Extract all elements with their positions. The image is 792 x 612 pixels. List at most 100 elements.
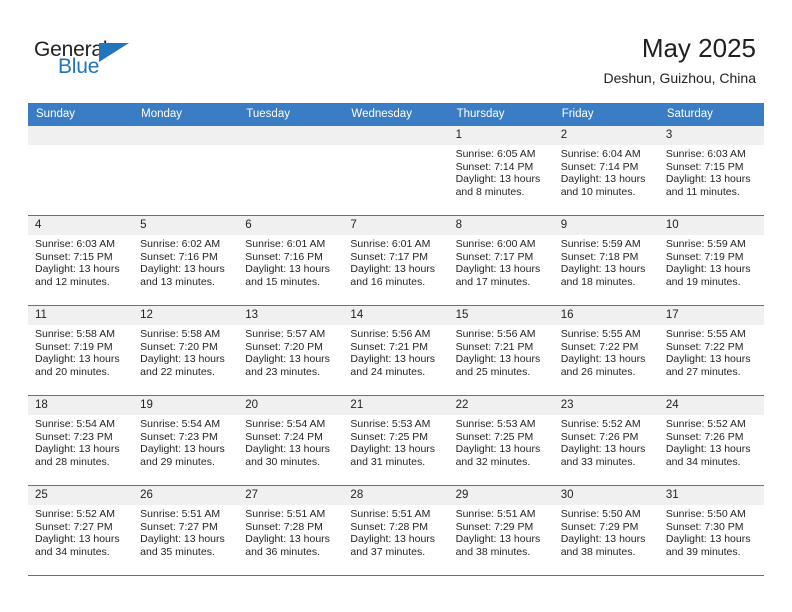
calendar-week-row: 1 Sunrise: 6:05 AM Sunset: 7:14 PM Daylight… <box>28 126 764 216</box>
calendar-day-cell[interactable]: 13 Sunrise: 5:57 AM Sunset: 7:20 PM Dayligh… <box>238 305 344 396</box>
sunrise-sunset-calendar: Sunday Monday Tuesday Wednesday Thursday… <box>28 103 764 576</box>
daylight-duration-line1: Daylight: 13 hours <box>560 533 646 546</box>
calendar-day-cell[interactable]: 6 Sunrise: 6:01 AM Sunset: 7:16 PM Daylight… <box>238 215 344 306</box>
logo-triangle-icon <box>99 43 129 62</box>
sunset-time: Sunset: 7:27 PM <box>35 520 113 533</box>
day-number: 18 <box>28 396 134 415</box>
day-number: 2 <box>553 126 659 145</box>
calendar-body: 1 Sunrise: 6:05 AM Sunset: 7:14 PM Daylight… <box>28 126 764 576</box>
day-details: Sunrise: 5:52 AM Sunset: 7:27 PM Daylight:… <box>28 505 133 558</box>
day-number: 12 <box>133 306 239 325</box>
calendar-day-cell[interactable]: 9 Sunrise: 5:59 AM Sunset: 7:18 PM Daylight… <box>553 215 659 306</box>
sunrise-time: Sunrise: 5:56 AM <box>455 328 536 340</box>
daylight-duration-line1: Daylight: 13 hours <box>560 173 646 186</box>
sunset-time: Sunset: 7:21 PM <box>455 340 534 353</box>
sunset-time: Sunset: 7:18 PM <box>560 250 639 263</box>
daylight-duration-line1: Daylight: 13 hours <box>560 263 646 276</box>
sunrise-time: Sunrise: 5:52 AM <box>665 418 746 430</box>
calendar-day-cell[interactable]: 22 Sunrise: 5:53 AM Sunset: 7:25 PM Dayligh… <box>448 395 554 486</box>
day-details: Sunrise: 5:50 AM Sunset: 7:29 PM Daylight:… <box>554 505 659 558</box>
day-details: Sunrise: 5:55 AM Sunset: 7:22 PM Daylight:… <box>554 325 659 378</box>
daylight-duration-line2: and 34 minutes. <box>665 455 741 468</box>
calendar-day-cell[interactable]: 14 Sunrise: 5:56 AM Sunset: 7:21 PM Dayligh… <box>343 305 449 396</box>
day-details: Sunrise: 5:54 AM Sunset: 7:23 PM Daylight:… <box>133 415 238 468</box>
calendar-day-cell[interactable]: 17 Sunrise: 5:55 AM Sunset: 7:22 PM Dayligh… <box>658 305 764 396</box>
calendar-week-row: 25 Sunrise: 5:52 AM Sunset: 7:27 PM Dayligh… <box>28 485 764 576</box>
sunrise-time: Sunrise: 5:51 AM <box>140 508 221 520</box>
calendar-day-cell[interactable]: 15 Sunrise: 5:56 AM Sunset: 7:21 PM Dayligh… <box>448 305 554 396</box>
calendar-day-cell[interactable]: 26 Sunrise: 5:51 AM Sunset: 7:27 PM Dayligh… <box>133 485 239 576</box>
calendar-week-row: 11 Sunrise: 5:58 AM Sunset: 7:19 PM Dayligh… <box>28 305 764 396</box>
sunset-time: Sunset: 7:26 PM <box>560 430 639 443</box>
daylight-duration-line1: Daylight: 13 hours <box>665 263 751 276</box>
calendar-day-cell[interactable]: 1 Sunrise: 6:05 AM Sunset: 7:14 PM Daylight… <box>448 126 554 216</box>
sunrise-time: Sunrise: 5:54 AM <box>245 418 326 430</box>
sunrise-time: Sunrise: 5:55 AM <box>560 328 641 340</box>
day-number: 23 <box>553 396 659 415</box>
calendar-day-cell[interactable]: 25 Sunrise: 5:52 AM Sunset: 7:27 PM Dayligh… <box>28 485 134 576</box>
daylight-duration-line2: and 25 minutes. <box>455 365 531 378</box>
day-number: 19 <box>133 396 239 415</box>
daylight-duration-line1: Daylight: 13 hours <box>35 263 120 276</box>
day-details: Sunrise: 5:54 AM Sunset: 7:24 PM Daylight:… <box>238 415 343 468</box>
daylight-duration-line2: and 29 minutes. <box>140 455 215 468</box>
sunset-time: Sunset: 7:17 PM <box>455 250 534 263</box>
calendar-day-cell[interactable]: 10 Sunrise: 5:59 AM Sunset: 7:19 PM Dayligh… <box>658 215 764 306</box>
day-details: Sunrise: 6:01 AM Sunset: 7:16 PM Daylight:… <box>238 235 343 288</box>
calendar-day-cell[interactable]: 16 Sunrise: 5:55 AM Sunset: 7:22 PM Dayligh… <box>553 305 659 396</box>
daylight-duration-line1: Daylight: 13 hours <box>350 263 436 276</box>
day-number: 1 <box>448 126 554 145</box>
day-number: 20 <box>238 396 344 415</box>
daylight-duration-line1: Daylight: 13 hours <box>350 353 436 366</box>
sunset-time: Sunset: 7:28 PM <box>245 520 323 533</box>
day-details: Sunrise: 5:53 AM Sunset: 7:25 PM Daylight:… <box>449 415 554 468</box>
calendar-day-cell[interactable]: 8 Sunrise: 6:00 AM Sunset: 7:17 PM Daylight… <box>448 215 554 306</box>
daylight-duration-line1: Daylight: 13 hours <box>35 443 120 456</box>
daylight-duration-line2: and 19 minutes. <box>665 275 741 288</box>
sunset-time: Sunset: 7:21 PM <box>350 340 429 353</box>
daylight-duration-line2: and 11 minutes. <box>665 185 740 198</box>
calendar-day-cell[interactable]: 30 Sunrise: 5:50 AM Sunset: 7:29 PM Dayligh… <box>553 485 659 576</box>
daylight-duration-line2: and 23 minutes. <box>245 365 320 378</box>
sunset-time: Sunset: 7:15 PM <box>35 250 113 263</box>
day-details: Sunrise: 5:52 AM Sunset: 7:26 PM Daylight:… <box>554 415 659 468</box>
sunset-time: Sunset: 7:20 PM <box>245 340 323 353</box>
calendar-day-cell[interactable]: 3 Sunrise: 6:03 AM Sunset: 7:15 PM Daylight… <box>658 126 764 216</box>
daylight-duration-line1: Daylight: 13 hours <box>665 443 751 456</box>
calendar-day-cell-empty <box>28 126 134 216</box>
daylight-duration-line2: and 15 minutes. <box>245 275 320 288</box>
day-details: Sunrise: 5:51 AM Sunset: 7:28 PM Daylight:… <box>238 505 343 558</box>
daylight-duration-line2: and 12 minutes. <box>35 275 110 288</box>
calendar-day-cell[interactable]: 12 Sunrise: 5:58 AM Sunset: 7:20 PM Dayligh… <box>133 305 239 396</box>
sunset-time: Sunset: 7:15 PM <box>665 160 744 173</box>
sunrise-time: Sunrise: 5:59 AM <box>560 238 641 250</box>
calendar-day-cell[interactable]: 29 Sunrise: 5:51 AM Sunset: 7:29 PM Dayligh… <box>448 485 554 576</box>
calendar-day-cell[interactable]: 24 Sunrise: 5:52 AM Sunset: 7:26 PM Dayligh… <box>658 395 764 486</box>
daylight-duration-line1: Daylight: 13 hours <box>350 443 436 456</box>
calendar-day-cell[interactable]: 7 Sunrise: 6:01 AM Sunset: 7:17 PM Daylight… <box>343 215 449 306</box>
sunrise-time: Sunrise: 5:54 AM <box>35 418 115 430</box>
calendar-day-cell[interactable]: 5 Sunrise: 6:02 AM Sunset: 7:16 PM Daylight… <box>133 215 239 306</box>
calendar-day-cell[interactable]: 28 Sunrise: 5:51 AM Sunset: 7:28 PM Dayligh… <box>343 485 449 576</box>
calendar-day-cell[interactable]: 20 Sunrise: 5:54 AM Sunset: 7:24 PM Dayligh… <box>238 395 344 486</box>
calendar-day-cell[interactable]: 2 Sunrise: 6:04 AM Sunset: 7:14 PM Daylight… <box>553 126 659 216</box>
calendar-day-cell[interactable]: 19 Sunrise: 5:54 AM Sunset: 7:23 PM Dayligh… <box>133 395 239 486</box>
calendar-day-cell[interactable]: 4 Sunrise: 6:03 AM Sunset: 7:15 PM Daylight… <box>28 215 134 306</box>
day-number: 21 <box>343 396 449 415</box>
calendar-day-cell[interactable]: 23 Sunrise: 5:52 AM Sunset: 7:26 PM Dayligh… <box>553 395 659 486</box>
day-details: Sunrise: 5:57 AM Sunset: 7:20 PM Daylight:… <box>238 325 343 378</box>
calendar-day-cell[interactable]: 27 Sunrise: 5:51 AM Sunset: 7:28 PM Dayligh… <box>238 485 344 576</box>
sunrise-time: Sunrise: 6:04 AM <box>560 148 641 160</box>
calendar-day-cell[interactable]: 18 Sunrise: 5:54 AM Sunset: 7:23 PM Dayligh… <box>28 395 134 486</box>
calendar-day-cell-empty <box>343 126 449 216</box>
day-details: Sunrise: 6:04 AM Sunset: 7:14 PM Daylight:… <box>554 145 659 198</box>
daylight-duration-line2: and 32 minutes. <box>455 455 531 468</box>
page-title: May 2025 <box>641 33 756 63</box>
day-number: 11 <box>28 306 134 325</box>
calendar-day-cell[interactable]: 11 Sunrise: 5:58 AM Sunset: 7:19 PM Dayligh… <box>28 305 134 396</box>
day-details: Sunrise: 5:51 AM Sunset: 7:27 PM Daylight:… <box>133 505 238 558</box>
sunrise-time: Sunrise: 6:01 AM <box>350 238 431 250</box>
calendar-day-cell[interactable]: 31 Sunrise: 5:50 AM Sunset: 7:30 PM Dayligh… <box>658 485 764 576</box>
calendar-day-cell[interactable]: 21 Sunrise: 5:53 AM Sunset: 7:25 PM Dayligh… <box>343 395 449 486</box>
sunrise-time: Sunrise: 6:05 AM <box>455 148 536 160</box>
